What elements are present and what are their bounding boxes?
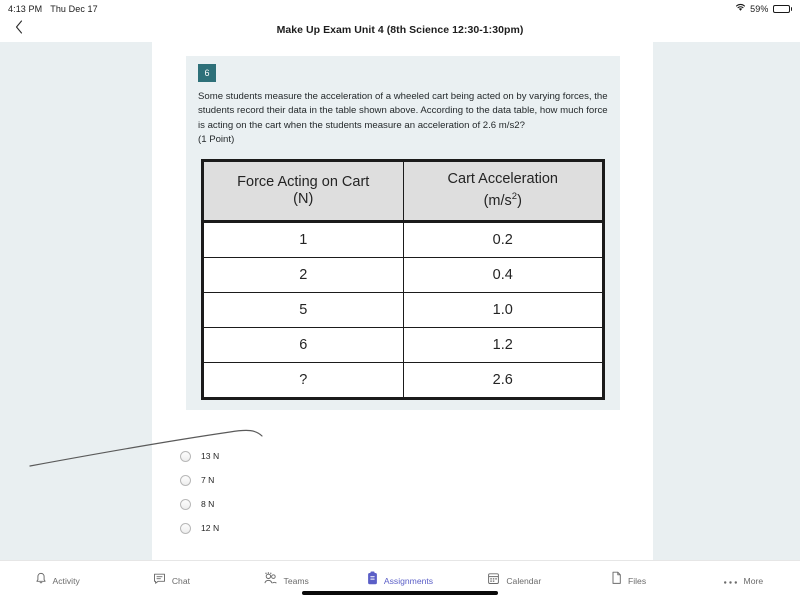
tab-assignments[interactable]: Assignments	[343, 571, 457, 590]
table-body: 1 0.2 2 0.4 5 1.0 6 1.2 ? 2.6	[204, 221, 602, 398]
data-table-image: Force Acting on Cart (N) Cart Accelerati…	[201, 159, 605, 401]
table-header-row: Force Acting on Cart (N) Cart Accelerati…	[204, 162, 602, 224]
battery-percent-label: 59%	[750, 3, 769, 14]
cell-acceleration: 2.6	[402, 362, 602, 398]
table-header-acceleration: Cart Acceleration (m/s2)	[402, 162, 602, 224]
data-table: Force Acting on Cart (N) Cart Accelerati…	[204, 162, 602, 398]
file-icon	[611, 571, 622, 590]
cell-force: 6	[204, 327, 404, 364]
cell-acceleration: 0.4	[402, 257, 602, 294]
status-bar-left: 4:13 PM Thu Dec 17	[8, 4, 98, 14]
tab-label: Teams	[283, 575, 309, 586]
status-bar: 4:13 PM Thu Dec 17 59%	[0, 0, 800, 17]
tab-label: More	[743, 575, 764, 586]
assignment-content-card: 6 Some students measure the acceleration…	[152, 42, 653, 560]
cell-acceleration: 1.0	[402, 292, 602, 329]
tab-calendar[interactable]: Calendar	[457, 572, 571, 590]
back-button[interactable]	[8, 17, 30, 42]
answer-option-1[interactable]: 13 N	[180, 444, 480, 468]
table-row: 2 0.4	[204, 257, 602, 294]
cell-force: 1	[204, 221, 404, 259]
header-force-line2: (N)	[293, 190, 314, 207]
app-root: 4:13 PM Thu Dec 17 59% Make Up Exam Unit…	[0, 0, 800, 600]
question-block: 6 Some students measure the acceleration…	[186, 56, 620, 411]
cell-force: ?	[204, 362, 404, 398]
page-title: Make Up Exam Unit 4 (8th Science 12:30-1…	[276, 23, 524, 36]
calendar-icon	[487, 572, 500, 590]
answer-option-label: 7 N	[201, 475, 215, 485]
question-number-badge: 6	[198, 64, 216, 82]
answer-option-label: 12 N	[201, 523, 220, 533]
chat-bubble-icon	[153, 572, 166, 590]
status-time: 4:13 PM	[8, 3, 43, 14]
bottom-tab-bar: Activity Chat Teams Assignments Calendar…	[0, 560, 800, 600]
tab-label: Assignments	[383, 575, 434, 586]
clipboard-icon	[367, 571, 378, 590]
table-row: 1 0.2	[204, 221, 602, 259]
chevron-left-icon	[15, 20, 23, 39]
home-indicator	[302, 591, 498, 595]
tab-label: Chat	[171, 575, 190, 586]
tab-more[interactable]: More	[686, 572, 800, 590]
table-row: 6 1.2	[204, 327, 602, 364]
tab-label: Activity	[52, 575, 80, 586]
answer-options: 13 N 7 N 8 N 12 N	[180, 444, 480, 540]
answer-option-2[interactable]: 7 N	[180, 468, 480, 492]
header-force-line1: Force Acting on Cart	[237, 173, 370, 190]
radio-button-icon[interactable]	[180, 522, 191, 534]
people-icon	[263, 571, 278, 590]
tab-activity[interactable]: Activity	[0, 572, 114, 590]
table-header-force: Force Acting on Cart (N)	[204, 162, 404, 224]
header-accel-superscript: 2	[511, 191, 518, 203]
tab-label: Calendar	[506, 575, 542, 586]
radio-button-icon[interactable]	[180, 474, 191, 486]
header-accel-line2: (m/s	[483, 193, 512, 210]
answer-option-label: 8 N	[201, 499, 215, 509]
tab-chat[interactable]: Chat	[114, 572, 228, 590]
wifi-icon	[735, 3, 746, 14]
cell-force: 5	[204, 292, 404, 329]
page-header: Make Up Exam Unit 4 (8th Science 12:30-1…	[0, 17, 800, 42]
cell-acceleration: 1.2	[402, 327, 602, 364]
cell-force: 2	[204, 257, 404, 294]
header-accel-line1: Cart Acceleration	[447, 171, 558, 188]
tab-teams[interactable]: Teams	[229, 571, 343, 590]
answer-option-4[interactable]: 12 N	[180, 516, 480, 540]
radio-button-icon[interactable]	[180, 450, 191, 462]
answer-option-3[interactable]: 8 N	[180, 492, 480, 516]
question-points: (1 Point)	[198, 133, 235, 145]
cell-acceleration: 0.2	[402, 221, 602, 259]
radio-button-icon[interactable]	[180, 498, 191, 510]
table-row: ? 2.6	[204, 362, 602, 398]
assignment-body: 6 Some students measure the acceleration…	[0, 42, 800, 560]
battery-icon	[772, 4, 792, 13]
bell-icon	[35, 572, 47, 590]
ellipsis-icon	[723, 572, 738, 590]
status-bar-right: 59%	[735, 3, 792, 14]
tab-files[interactable]: Files	[571, 571, 685, 590]
status-date: Thu Dec 17	[50, 3, 98, 14]
tab-label: Files	[627, 575, 647, 586]
question-text: Some students measure the acceleration o…	[198, 91, 608, 131]
answer-option-label: 13 N	[201, 451, 220, 461]
table-row: 5 1.0	[204, 292, 602, 329]
